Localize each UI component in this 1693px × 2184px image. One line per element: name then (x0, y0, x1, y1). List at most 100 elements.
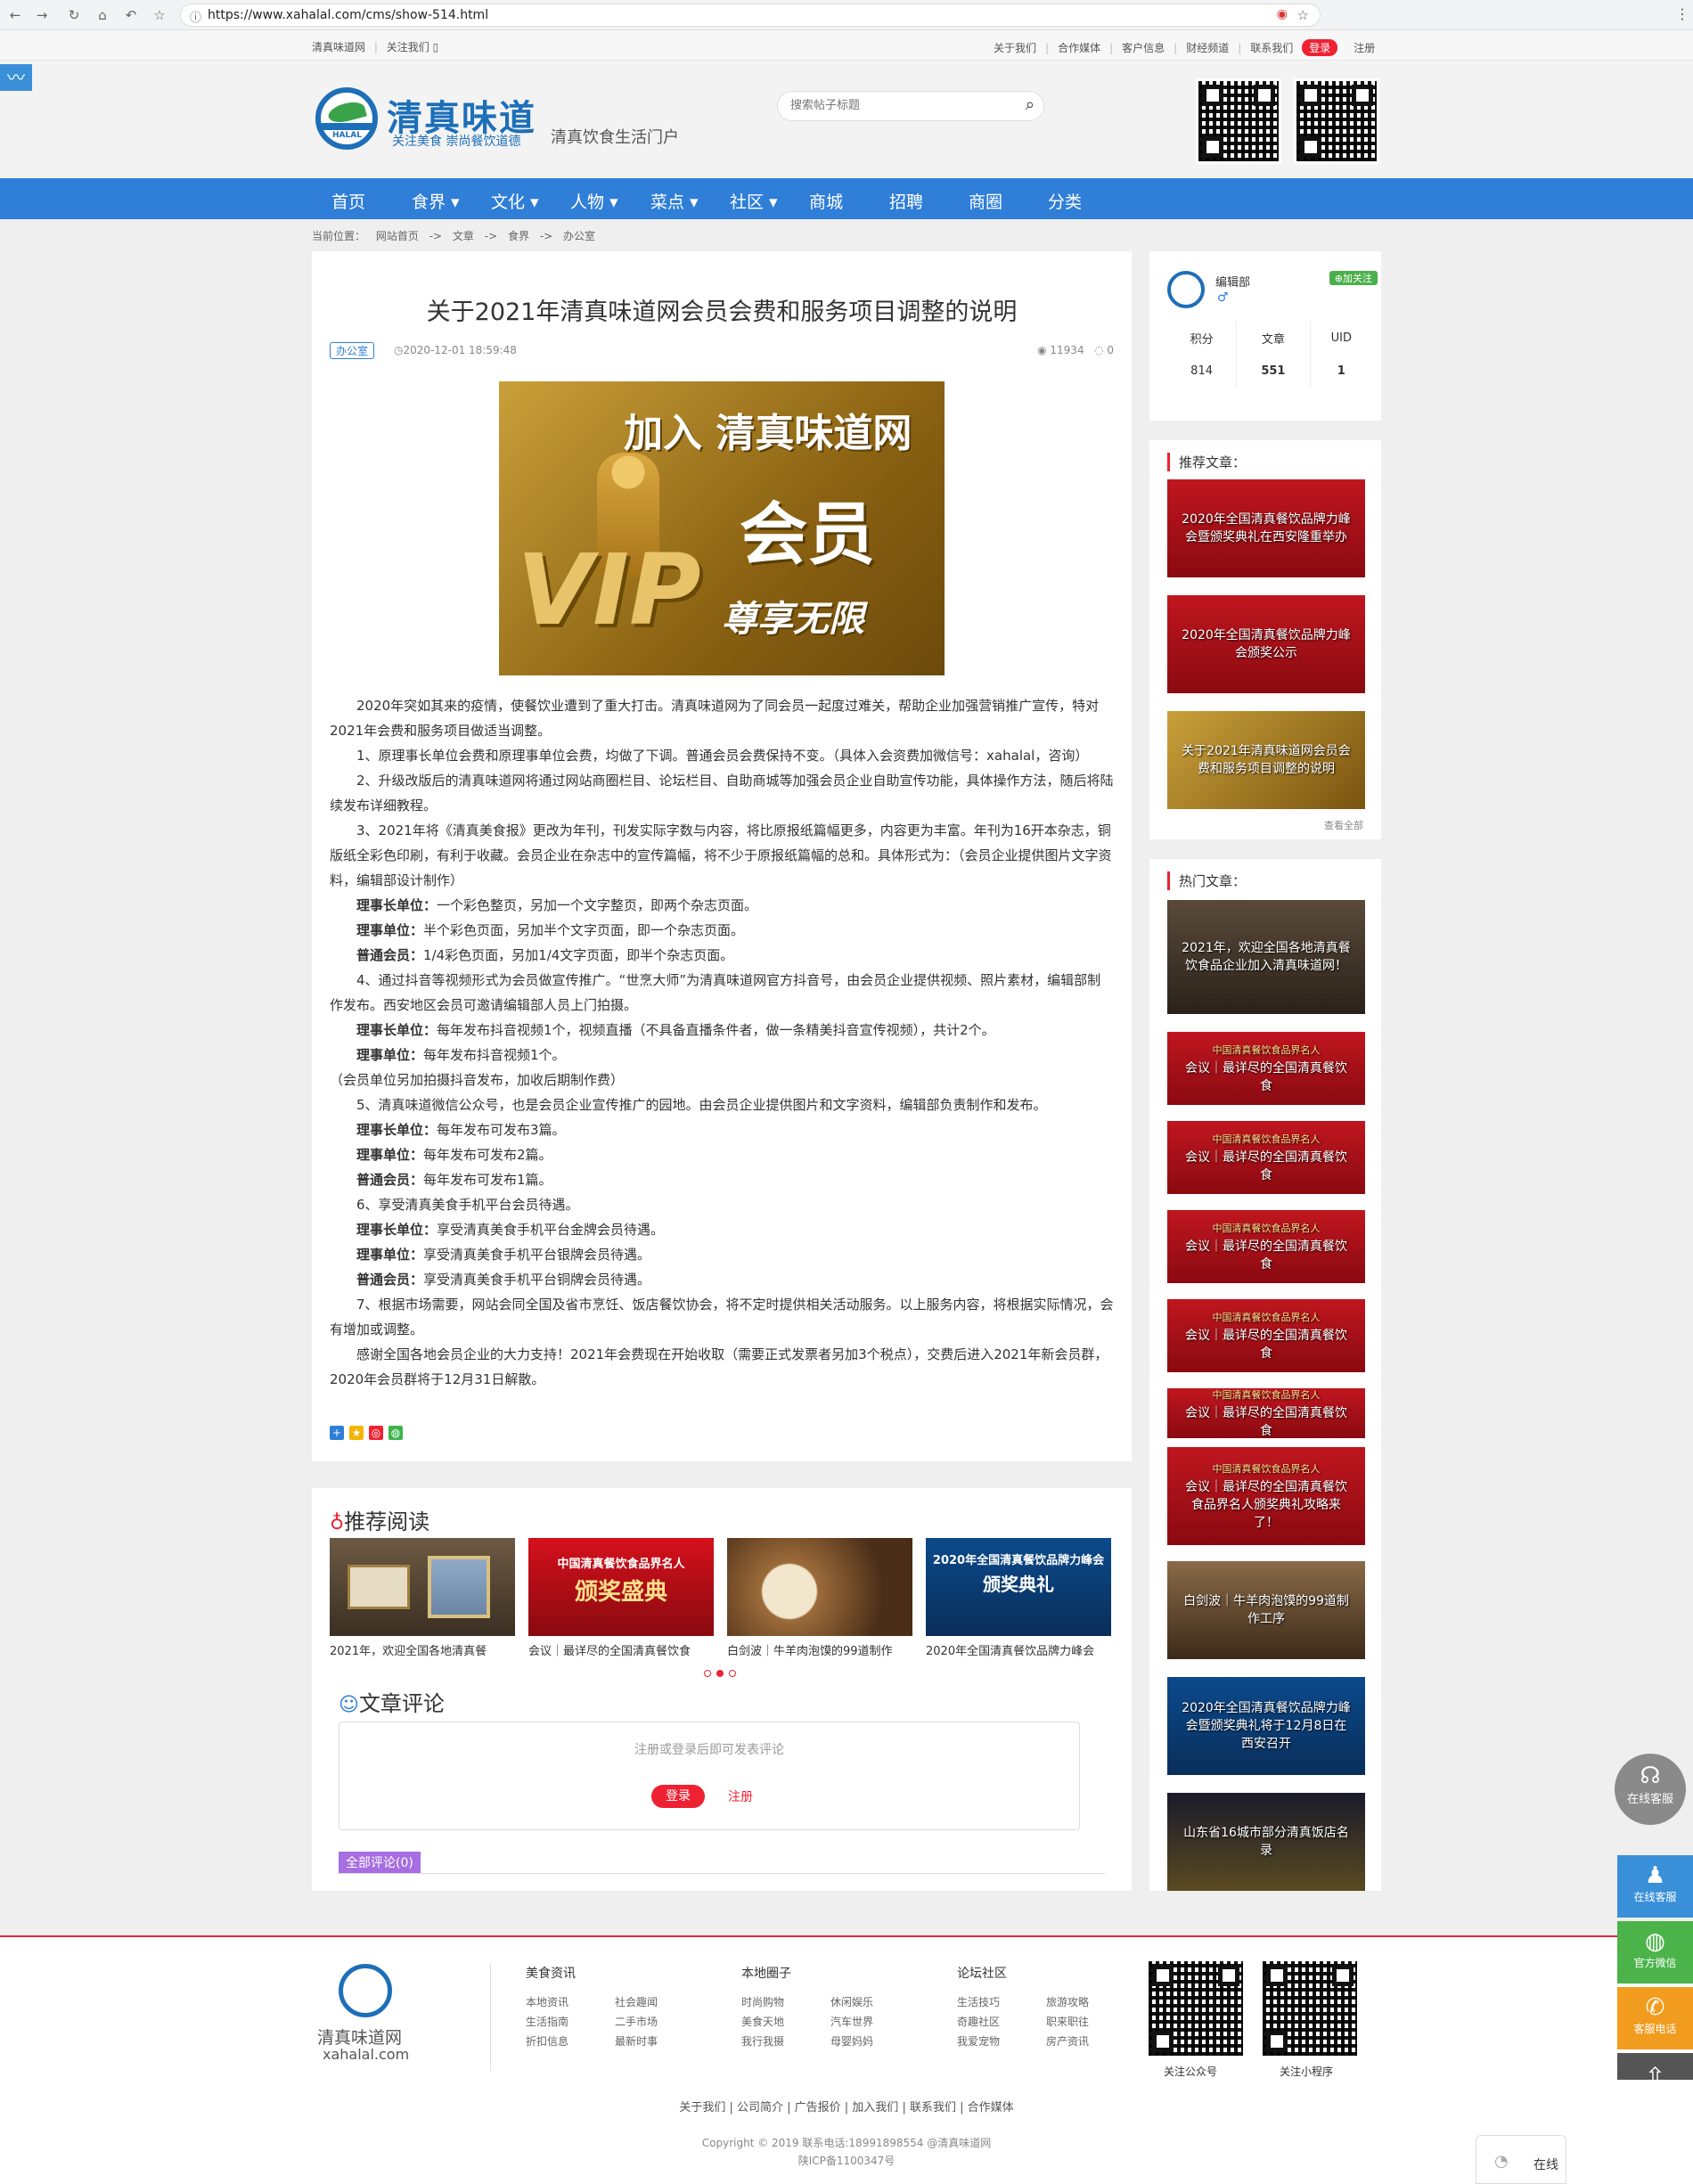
footer-link[interactable]: 社会趣闻 (615, 1994, 658, 2009)
view-all-link[interactable]: 查看全部 (1324, 818, 1363, 832)
browser-menu-icon[interactable]: ⋮ (1675, 5, 1689, 22)
footer-logo[interactable] (339, 1964, 392, 2017)
recommended-item-2[interactable]: 2020年全国清真餐饮品牌力峰会颁奖公示 (1167, 595, 1365, 693)
hot-item-2[interactable]: 中国清真餐饮食品界名人 会议｜最详尽的全国清真餐饮食 (1167, 1032, 1365, 1105)
reading-item-3[interactable] (727, 1538, 912, 1636)
reading-caption-4[interactable]: 2020年全国清真餐饮品牌力峰会 (926, 1641, 1111, 1658)
share-qzone-icon[interactable]: ★ (349, 1426, 364, 1440)
hot-item-7[interactable]: 中国清真餐饮食品界名人 会议｜最详尽的全国清真餐饮食品界名人颁奖典礼攻略来了！ (1167, 1447, 1365, 1545)
follow-button[interactable]: ⊕加关注 (1329, 271, 1378, 285)
comment-login-button[interactable]: 登录 (651, 1785, 705, 1808)
chat-widget[interactable]: ◔ 在线 (1476, 2135, 1566, 2184)
reading-caption-3[interactable]: 白剑波｜牛羊肉泡馍的99道制作 (727, 1641, 912, 1658)
footer-link[interactable]: 二手市场 (615, 2014, 658, 2029)
share-plus-icon[interactable]: + (330, 1426, 344, 1440)
nav-category[interactable]: 分类 (1048, 189, 1082, 213)
site-logo[interactable]: HALAL (315, 87, 378, 150)
reading-caption-2[interactable]: 会议｜最详尽的全国清真餐饮食 (528, 1641, 714, 1658)
hot-item-1[interactable]: 2021年，欢迎全国各地清真餐饮食品企业加入清真味道网！ (1167, 900, 1365, 1014)
footer-link[interactable]: 生活指南 (526, 2014, 568, 2029)
trend-chart-icon[interactable]: 〰 (0, 64, 32, 91)
hot-item-6[interactable]: 中国清真餐饮食品界名人 会议｜最详尽的全国清真餐饮食 (1167, 1388, 1365, 1438)
footer-link[interactable]: 汽车世界 (830, 2014, 873, 2029)
share-weibo-icon[interactable]: ◎ (369, 1426, 383, 1440)
breadcrumb-food[interactable]: 食界 (508, 230, 529, 242)
hot-item-9[interactable]: 2020年全国清真餐饮品牌力峰会暨颁奖典礼将于12月8日在西安召开 (1167, 1677, 1365, 1775)
top-link-site[interactable]: 清真味道网 (312, 41, 365, 53)
recommended-item-3[interactable]: 关于2021年清真味道网会员会费和服务项目调整的说明 (1167, 711, 1365, 809)
reading-item-1[interactable] (330, 1538, 515, 1636)
extension-icon[interactable]: ◉ (1277, 7, 1288, 21)
home-icon[interactable]: ⌂ (93, 5, 112, 25)
footer-link[interactable]: 折扣信息 (526, 2033, 568, 2049)
share-wechat-icon[interactable]: ◍ (388, 1426, 403, 1440)
top-link-customer[interactable]: 客户信息 (1122, 40, 1165, 55)
url-text[interactable]: https://www.xahalal.com/cms/show-514.htm… (208, 8, 488, 22)
hot-item-10[interactable]: 山东省16城市部分清真饭店名录 (1167, 1793, 1365, 1891)
footer-links[interactable]: 关于我们 | 公司简介 | 广告报价 | 加入我们 | 联系我们 | 合作媒体 (0, 2098, 1693, 2114)
top-link-media[interactable]: 合作媒体 (1058, 40, 1100, 55)
nav-mall[interactable]: 商城 (809, 189, 843, 213)
register-link[interactable]: 注册 (1354, 40, 1375, 55)
top-link-follow[interactable]: 关注我们 (387, 41, 429, 53)
search-input[interactable] (790, 99, 1004, 112)
breadcrumb-office[interactable]: 办公室 (563, 230, 595, 242)
hot-item-5[interactable]: 中国清真餐饮食品界名人 会议｜最详尽的全国清真餐饮食 (1167, 1299, 1365, 1372)
float-phone[interactable]: ✆ 客服电话 (1617, 1987, 1693, 2049)
author-name[interactable]: 编辑部 (1215, 273, 1250, 290)
reading-item-4[interactable]: 2020年全国清真餐饮品牌力峰会 颁奖典礼 (926, 1538, 1111, 1636)
nav-business[interactable]: 商圈 (969, 189, 1002, 213)
carousel-dot[interactable] (704, 1670, 711, 1677)
reading-caption-1[interactable]: 2021年，欢迎全国各地清真餐 (330, 1641, 515, 1658)
recommended-item-1[interactable]: 2020年全国清真餐饮品牌力峰会暨颁奖典礼在西安隆重举办 (1167, 479, 1365, 577)
footer-link[interactable]: 母婴妈妈 (830, 2033, 873, 2049)
breadcrumb-article[interactable]: 文章 (453, 230, 474, 242)
hot-item-8[interactable]: 白剑波｜牛羊肉泡馍的99道制作工序 (1167, 1561, 1365, 1659)
footer-link[interactable]: 职来职往 (1046, 2014, 1089, 2029)
nav-food[interactable]: 食界 ▾ (412, 189, 460, 213)
footer-link[interactable]: 旅游攻略 (1046, 1994, 1089, 2009)
footer-link[interactable]: 时尚购物 (741, 1994, 784, 2009)
footer-link[interactable]: 最新时事 (615, 2033, 658, 2049)
nav-people[interactable]: 人物 ▾ (570, 189, 618, 213)
float-wechat[interactable]: ◍ 官方微信 (1617, 1921, 1693, 1984)
footer-link[interactable]: 生活技巧 (957, 1994, 1000, 2009)
hot-item-4[interactable]: 中国清真餐饮食品界名人 会议｜最详尽的全国清真餐饮食 (1167, 1210, 1365, 1283)
nav-culture[interactable]: 文化 ▾ (491, 189, 539, 213)
footer-link[interactable]: 美食天地 (741, 2014, 784, 2029)
nav-jobs[interactable]: 招聘 (889, 189, 923, 213)
search-icon[interactable]: ⌕ (1026, 95, 1035, 114)
breadcrumb-home[interactable]: 网站首页 (376, 230, 419, 242)
hot-item-3[interactable]: 中国清真餐饮食品界名人 会议｜最详尽的全国清真餐饮食 (1167, 1121, 1365, 1194)
top-link-contact[interactable]: 联系我们 (1250, 40, 1293, 55)
carousel-dot-active[interactable] (716, 1670, 724, 1677)
comment-register-link[interactable]: 注册 (728, 1787, 753, 1805)
info-icon[interactable]: ⓘ (190, 8, 201, 25)
login-button[interactable]: 登录 (1302, 39, 1338, 56)
category-tag[interactable]: 办公室 (330, 342, 375, 359)
top-link-about[interactable]: 关于我们 (994, 40, 1036, 55)
footer-link[interactable]: 我爱宠物 (957, 2033, 1000, 2049)
bookmark-star-icon[interactable]: ☆ (150, 5, 169, 25)
reload-icon[interactable]: ↻ (64, 5, 84, 25)
undo-icon[interactable]: ↶ (121, 5, 141, 25)
footer-link[interactable]: 休闲娱乐 (830, 1994, 873, 2009)
back-icon[interactable]: ← (5, 5, 25, 25)
online-service-bubble[interactable]: ☊ 在线客服 (1615, 1754, 1686, 1825)
footer-link[interactable]: 我行我摄 (741, 2033, 784, 2049)
footer-link[interactable]: 房产资讯 (1046, 2033, 1089, 2049)
author-avatar[interactable] (1167, 271, 1205, 308)
footer-link[interactable]: 本地资讯 (526, 1994, 568, 2009)
float-online-service[interactable]: ♟ 在线客服 (1617, 1855, 1693, 1918)
nav-home[interactable]: 首页 (331, 189, 365, 213)
nav-dishes[interactable]: 菜点 ▾ (650, 189, 699, 213)
footer-icp[interactable]: 陕ICP备1100347号 (0, 2153, 1693, 2168)
footer-link[interactable]: 奇趣社区 (957, 2014, 1000, 2029)
reading-item-2[interactable]: 中国清真餐饮食品界名人 颁奖盛典 (528, 1538, 714, 1636)
star-icon[interactable]: ☆ (1297, 7, 1309, 23)
all-comments-tab[interactable]: 全部评论(0) (339, 1852, 421, 1873)
nav-community[interactable]: 社区 ▾ (730, 189, 778, 213)
carousel-dot[interactable] (729, 1670, 736, 1677)
forward-icon[interactable]: → (32, 5, 52, 25)
address-bar[interactable]: ⓘ https://www.xahalal.com/cms/show-514.h… (180, 4, 1321, 27)
